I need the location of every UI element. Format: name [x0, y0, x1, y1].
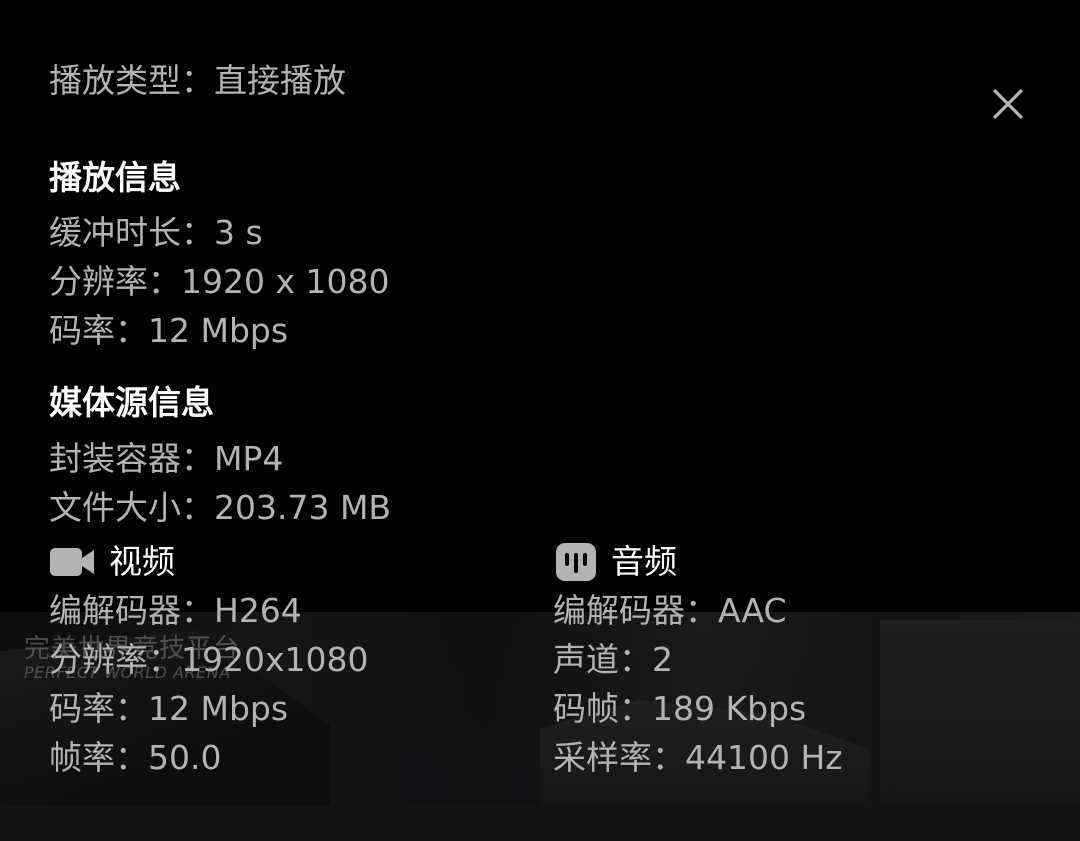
- close-button[interactable]: [988, 84, 1028, 124]
- info-row: 码帧：189 Kbps: [553, 689, 807, 728]
- media-source-heading: 媒体源信息: [49, 383, 214, 422]
- media-info-overlay: 完美世界竞技平台 PERFECT WORLD ARENA 播放类型：直接播放 播…: [0, 0, 1080, 841]
- info-row: 码率：12 Mbps: [49, 311, 289, 350]
- audio-section-title: 音频: [555, 542, 677, 582]
- audio-waveform-icon: [555, 542, 597, 582]
- info-row: 分辨率：1920 x 1080: [49, 262, 390, 301]
- info-row: 缓冲时长：3 s: [49, 213, 263, 252]
- info-row: 声道：2: [553, 640, 673, 679]
- background-bottom-strip: [0, 805, 1080, 841]
- close-icon: [993, 89, 1023, 119]
- video-camera-icon: [49, 546, 95, 578]
- info-row: 帧率：50.0: [49, 738, 222, 777]
- video-section-title: 视频: [49, 542, 175, 582]
- playback-info-heading: 播放信息: [49, 158, 181, 197]
- info-row: 码率：12 Mbps: [49, 689, 289, 728]
- info-row: 编解码器：H264: [49, 591, 302, 630]
- video-title: 视频: [109, 542, 175, 581]
- playback-type-label: 播放类型: [49, 61, 181, 100]
- playback-type-value: 直接播放: [214, 61, 346, 100]
- audio-title: 音频: [611, 542, 677, 581]
- playback-type-row: 播放类型：直接播放: [49, 61, 346, 100]
- info-row: 封装容器：MP4: [49, 439, 284, 478]
- info-row: 文件大小：203.73 MB: [49, 488, 392, 527]
- info-row: 分辨率：1920x1080: [49, 640, 369, 679]
- info-row: 采样率：44100 Hz: [553, 738, 843, 777]
- info-row: 编解码器：AAC: [553, 591, 787, 630]
